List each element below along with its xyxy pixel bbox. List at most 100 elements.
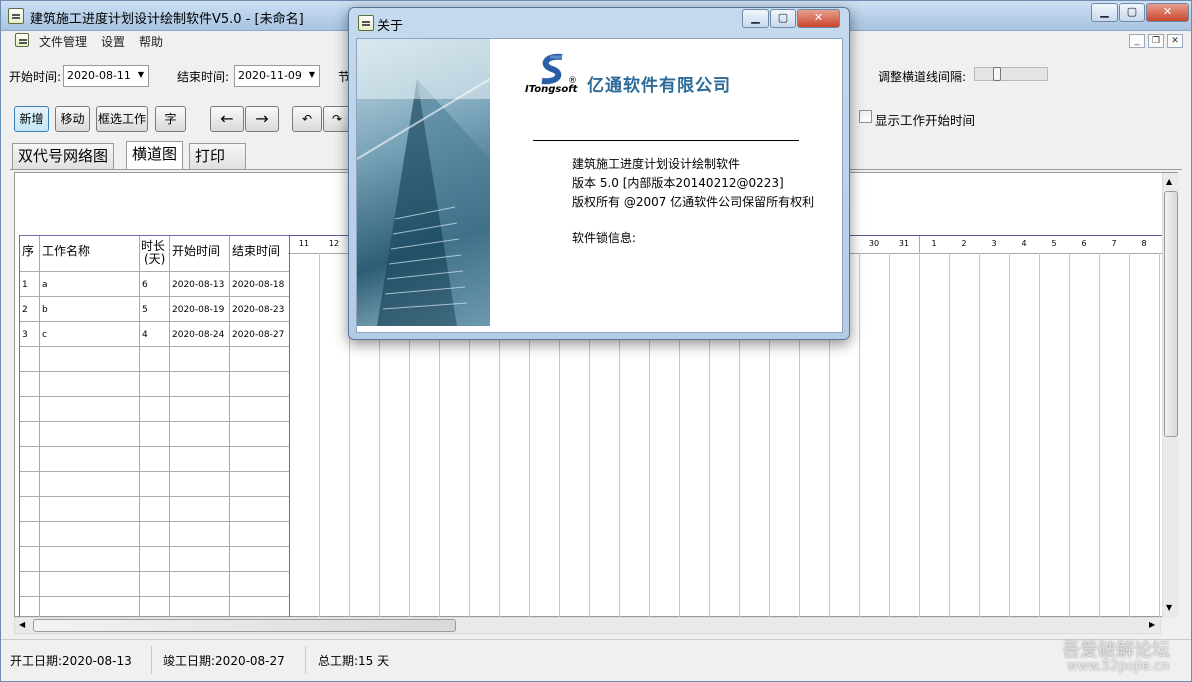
day-label: 7 [1111,239,1117,248]
tab-network[interactable]: 双代号网络图 [12,143,115,169]
add-button[interactable]: 新增 [14,106,49,132]
maximize-button[interactable]: ▢ [1119,3,1145,22]
cell-end [230,397,290,422]
undo-button[interactable]: ↶ [292,106,322,132]
window-title: 建筑施工进度计划设计绘制软件V5.0 - [未命名] [30,12,304,27]
cell-name: c [40,322,140,347]
cell-name [40,572,140,597]
cell-start [170,522,230,547]
cell-start [170,572,230,597]
header-start: 开始时间 [170,236,230,272]
select-work-button[interactable]: 框选工作 [96,106,148,132]
cell-dur [140,372,170,397]
cell-name [40,347,140,372]
cell-end [230,547,290,572]
copyright-text: 版权所有 @2007 亿通软件公司保留所有权利 [572,195,815,209]
cell-start [170,447,230,472]
timeline-gridline [889,253,890,618]
cell-seq: 3 [20,322,40,347]
cell-name [40,522,140,547]
doc-icon [15,33,29,47]
cell-start: 2020-08-19 [170,297,230,322]
cell-seq [20,422,40,447]
cell-name [40,472,140,497]
end-date-picker[interactable]: 2020-11-09 ▼ [234,65,320,87]
dialog-minimize-button[interactable]: ▁ [742,9,769,28]
cell-end [230,347,290,372]
font-button[interactable]: 字 [155,106,186,132]
scroll-right-icon[interactable]: ▶ [1149,620,1155,629]
company-name: 亿通软件有限公司 [587,76,731,96]
dialog-close-button[interactable]: ✕ [797,9,840,28]
timeline-gridline [979,253,980,618]
spacing-slider[interactable] [974,67,1048,81]
menu-help[interactable]: 帮助 [139,33,163,50]
cell-dur [140,422,170,447]
cell-end [230,572,290,597]
task-table: 序 工作名称 时长 (天) 开始时间 结束时间 1 a 6 2020-08-13 202… [19,235,290,622]
day-label: 31 [898,239,910,248]
status-divider [151,646,152,674]
redo-button[interactable]: ↷ [323,106,351,132]
header-seq: 序 [20,236,40,272]
timeline-gridline [1099,253,1100,618]
about-dialog: 关于 ▁ ▢ ✕ ITongsoft ® 亿通软件有限公司 建筑施工进度计划设计… [348,7,850,340]
day-label: 2 [961,239,967,248]
end-time-label: 结束时间: [177,70,230,84]
move-button[interactable]: 移动 [55,106,90,132]
dialog-separator [533,140,799,141]
cell-start [170,372,230,397]
cell-dur [140,572,170,597]
vertical-scroll-thumb[interactable] [1164,191,1178,437]
cell-seq [20,397,40,422]
scroll-up-icon[interactable]: ▲ [1166,177,1172,186]
minimize-button[interactable]: ▁ [1091,3,1118,22]
app-icon [8,8,24,24]
close-button[interactable]: ✕ [1146,3,1189,22]
menu-settings[interactable]: 设置 [101,33,125,50]
header-end: 结束时间 [230,236,290,272]
arrow-left-button[interactable]: ← [210,106,244,132]
start-date-value: 2020-08-11 [67,69,131,82]
timeline-gridline [319,253,320,618]
menu-file[interactable]: 文件管理 [39,33,87,50]
timeline-gridline [859,253,860,618]
cell-start [170,347,230,372]
header-name: 工作名称 [40,236,140,272]
day-label: 8 [1141,239,1147,248]
slider-thumb[interactable] [993,67,1001,81]
cell-dur: 5 [140,297,170,322]
day-label: 30 [868,239,880,248]
mdi-minimize-button[interactable]: _ [1129,34,1145,48]
cell-seq [20,347,40,372]
day-label: 4 [1021,239,1027,248]
cell-start [170,472,230,497]
vertical-scrollbar[interactable]: ▲ ▼ [1162,173,1179,618]
day-label: 3 [991,239,997,248]
show-start-checkbox[interactable] [859,110,872,123]
cell-name: b [40,297,140,322]
horizontal-scrollbar[interactable]: ◀ ▶ [14,617,1161,634]
watermark-url: www.52pojie.cn [1067,659,1170,674]
tab-gantt[interactable]: 横道图 [126,141,184,169]
cell-seq: 1 [20,272,40,297]
cell-seq: 2 [20,297,40,322]
day-label: 1 [931,239,937,248]
header-duration-bottom: (天) [144,252,166,266]
dialog-maximize-button[interactable]: ▢ [770,9,796,28]
horizontal-scroll-thumb[interactable] [33,619,456,632]
cell-start: 2020-08-24 [170,322,230,347]
start-date-picker[interactable]: 2020-08-11 ▼ [63,65,149,87]
scroll-down-icon[interactable]: ▼ [1166,603,1172,612]
cell-dur [140,347,170,372]
timeline-gridline [1129,253,1130,618]
mdi-close-button[interactable]: ✕ [1167,34,1183,48]
arrow-right-button[interactable]: → [245,106,279,132]
tab-print[interactable]: 打印 [189,143,246,169]
status-divider [305,646,306,674]
cell-dur [140,497,170,522]
mdi-restore-button[interactable]: ❐ [1148,34,1164,48]
timeline-gridline [1009,253,1010,618]
scroll-left-icon[interactable]: ◀ [19,620,25,629]
timeline-gridline [1159,253,1160,618]
